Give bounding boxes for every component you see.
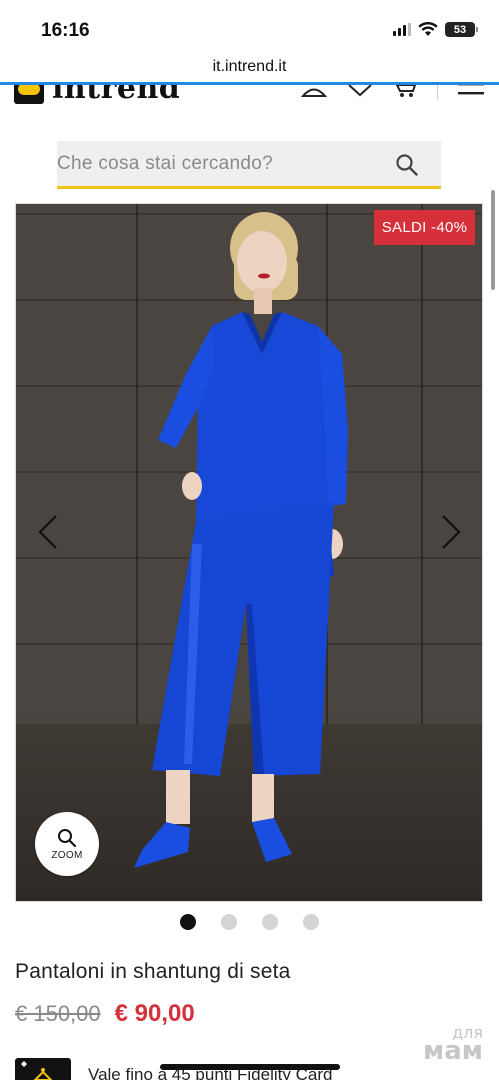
zoom-button[interactable]: ZOOM <box>35 812 99 876</box>
sale-price: € 90,00 <box>114 1000 195 1027</box>
battery-icon: 53 <box>445 22 478 37</box>
product-title: Pantaloni in shantung di seta <box>15 960 291 983</box>
signal-icon <box>393 23 411 36</box>
watermark-line-2: мам <box>422 1036 483 1067</box>
next-image-arrow-icon[interactable] <box>439 514 463 550</box>
model-figure <box>134 212 348 868</box>
site-logo[interactable]: intrend <box>14 85 180 105</box>
zoom-label: ZOOM <box>51 849 83 861</box>
watermark: для мам <box>422 1024 483 1067</box>
search-icon[interactable] <box>395 153 419 177</box>
carousel-dot-2[interactable] <box>221 914 237 930</box>
status-time: 16:16 <box>41 20 90 41</box>
scrollbar[interactable] <box>491 190 495 290</box>
product-image[interactable]: SALDI -40% ZOOM <box>15 203 483 902</box>
fidelity-card-icon <box>15 1058 71 1080</box>
carousel-dot-1[interactable] <box>180 914 196 930</box>
wifi-icon <box>418 22 438 36</box>
account-icon[interactable] <box>301 85 327 99</box>
site-header: intrend <box>0 85 499 105</box>
price-row: € 150,00 € 90,00 <box>15 1000 195 1028</box>
sale-badge: SALDI -40% <box>374 210 475 245</box>
header-divider <box>437 85 438 99</box>
logo-mark-icon <box>14 85 44 104</box>
menu-icon[interactable] <box>458 85 484 99</box>
home-indicator[interactable] <box>160 1064 340 1070</box>
status-bar: 16:16 53 <box>0 0 499 56</box>
carousel-dot-4[interactable] <box>303 914 319 930</box>
search-placeholder: Che cosa stai cercando? <box>57 152 274 174</box>
previous-image-arrow-icon[interactable] <box>36 514 60 550</box>
url-bar[interactable]: it.intrend.it <box>0 58 499 82</box>
carousel-dots <box>0 914 499 930</box>
wishlist-heart-icon[interactable] <box>347 85 373 99</box>
cart-icon[interactable] <box>395 85 421 99</box>
zoom-magnifier-icon <box>58 828 77 847</box>
search-input[interactable]: Che cosa stai cercando? <box>57 141 441 189</box>
status-icons: 53 <box>393 22 478 37</box>
carousel-dot-3[interactable] <box>262 914 278 930</box>
old-price: € 150,00 <box>15 1001 101 1026</box>
logo-text: intrend <box>52 85 181 105</box>
